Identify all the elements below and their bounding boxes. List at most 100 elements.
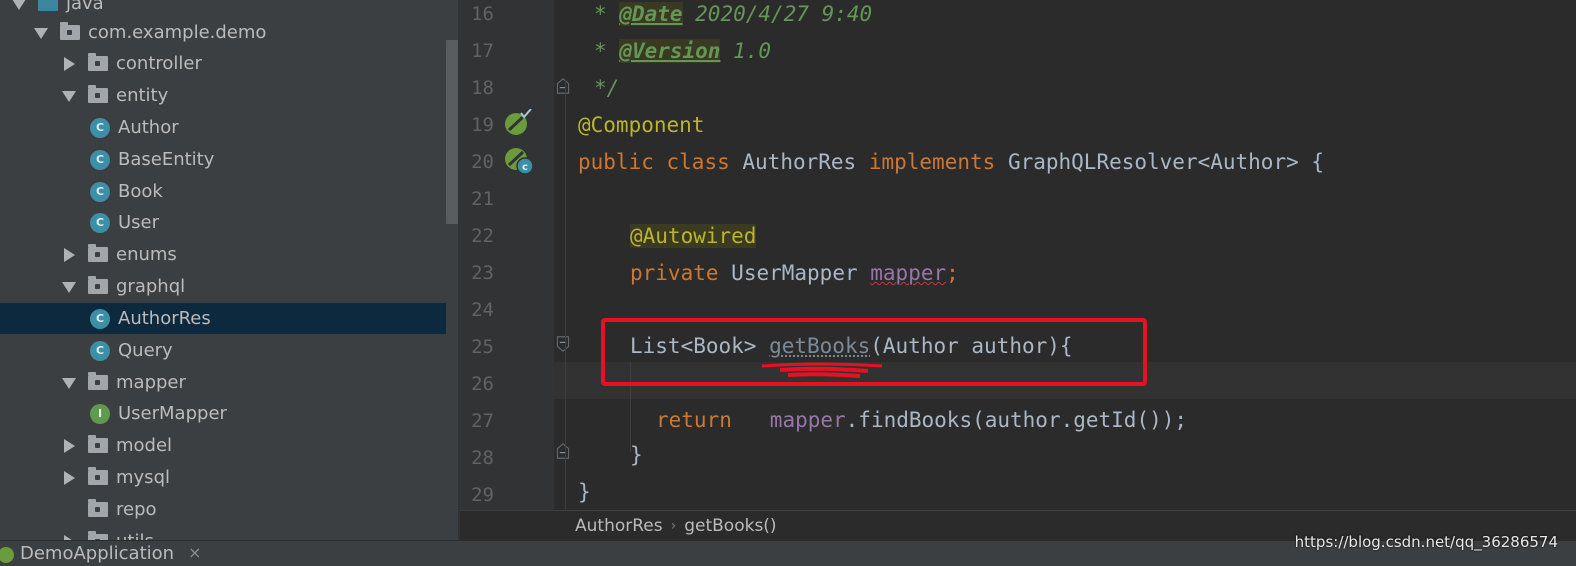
tree-item[interactable]: repo <box>0 494 446 525</box>
close-icon[interactable]: × <box>188 543 201 562</box>
chevron-right-icon[interactable] <box>62 503 76 517</box>
editor-gutter: 16 17 18 19 20 21 22 23 24 25 26 27 28 29 c <box>460 0 570 510</box>
tree-item[interactable]: model <box>0 430 446 461</box>
chevron-down-icon[interactable] <box>34 26 48 40</box>
implemented-interface: GraphQLResolver<Author> <box>1007 150 1299 174</box>
code-line-19[interactable]: @Component <box>578 107 704 144</box>
tree-item[interactable]: controller <box>0 48 446 79</box>
chevron-down-icon[interactable] <box>62 280 76 294</box>
line-number: 19 <box>471 114 494 136</box>
run-tab-label: DemoApplication <box>20 543 175 564</box>
package-folder-icon <box>88 372 108 390</box>
code-line-23[interactable]: private UserMapper mapper; <box>630 255 959 292</box>
keyword-public: public <box>578 150 654 174</box>
package-folder-icon <box>88 244 108 262</box>
code-line-27[interactable]: return mapper.findBooks(author.getId()); <box>656 402 1187 439</box>
close-brace: } <box>630 443 643 467</box>
project-tree-scrollbar[interactable] <box>446 40 458 224</box>
package-folder-icon <box>88 85 108 103</box>
package-folder-icon <box>60 22 80 40</box>
tree-item-label: graphql <box>116 276 186 297</box>
code-line-25[interactable]: List<Book> getBooks(Author author){ <box>630 328 1073 365</box>
tree-item[interactable]: C Query <box>0 335 446 366</box>
class-icon: C <box>90 212 110 233</box>
tree-item-label: mapper <box>116 372 186 393</box>
package-folder-icon <box>88 467 108 485</box>
chevron-down-icon[interactable] <box>62 376 76 390</box>
line-number: 18 <box>471 77 494 99</box>
tree-item[interactable]: utils <box>0 526 446 540</box>
code-editor[interactable]: * @Date 2020/4/27 9:40 * @Version 1.0 */… <box>554 0 1576 510</box>
spring-boot-icon <box>0 547 14 563</box>
source-folder-icon <box>38 0 58 11</box>
breadcrumb-separator: › <box>670 517 677 534</box>
class-icon: C <box>90 149 110 170</box>
run-tab-demo-application[interactable]: DemoApplication × <box>0 543 201 566</box>
spring-component-class-icon[interactable]: c <box>504 146 534 176</box>
component-annotation: @Component <box>578 113 705 137</box>
class-icon: C <box>90 308 110 329</box>
tree-item-label: enums <box>116 244 177 265</box>
breadcrumb-class[interactable]: AuthorRes <box>575 516 663 536</box>
project-tree[interactable]: java com.example.demo controller entity C Aut… <box>0 0 460 540</box>
tree-item-label: UserMapper <box>118 403 227 424</box>
tree-item[interactable]: I UserMapper <box>0 398 446 429</box>
chevron-down-icon[interactable] <box>12 0 26 11</box>
method-params: (Author author){ <box>870 334 1073 358</box>
mapper-field: mapper <box>870 261 947 285</box>
package-folder-icon <box>88 435 108 453</box>
tree-item-label: repo <box>116 499 157 520</box>
tree-item-label: model <box>116 435 173 456</box>
tree-item[interactable]: mapper <box>0 367 446 398</box>
chevron-right-icon[interactable] <box>62 438 76 453</box>
spring-bean-icon[interactable] <box>504 109 532 137</box>
code-line-18[interactable]: */ <box>594 70 619 107</box>
tree-item-label: com.example.demo <box>88 22 267 43</box>
comment-star: * <box>594 2 620 26</box>
tree-item[interactable]: graphql <box>0 271 446 302</box>
tree-item-label: controller <box>116 53 202 74</box>
semicolon: ; <box>946 261 959 285</box>
field-type: UserMapper <box>731 261 858 285</box>
javadoc-date-value: 2020/4/27 9:40 <box>682 2 873 26</box>
line-number: 27 <box>471 410 494 432</box>
chevron-down-icon[interactable] <box>62 89 76 103</box>
tree-item[interactable]: enums <box>0 239 446 270</box>
chevron-right-icon[interactable] <box>62 247 76 262</box>
watermark: https://blog.csdn.net/qq_36286574 <box>1294 533 1558 551</box>
class-icon: C <box>90 340 110 361</box>
chevron-right-icon[interactable] <box>62 56 76 71</box>
package-folder-icon <box>88 499 108 517</box>
tree-item[interactable]: entity <box>0 80 446 111</box>
tree-item[interactable]: C Book <box>0 176 446 207</box>
tree-item[interactable]: com.example.demo <box>0 17 446 48</box>
keyword-return: return <box>656 408 732 432</box>
tree-item[interactable]: C User <box>0 207 446 238</box>
tree-item-label: BaseEntity <box>118 149 215 170</box>
code-line-20[interactable]: public class AuthorRes implements GraphQ… <box>578 144 1324 181</box>
code-line-16[interactable]: * @Date 2020/4/27 9:40 <box>594 0 872 33</box>
keyword-private: private <box>630 261 719 285</box>
tree-item-label: utils <box>116 531 154 540</box>
method-name[interactable]: getBooks <box>769 334 870 358</box>
tree-item[interactable]: C AuthorRes <box>0 303 446 334</box>
code-line-28[interactable]: } <box>630 437 643 474</box>
javadoc-version-value: 1.0 <box>720 39 772 63</box>
code-line-17[interactable]: * @Version 1.0 <box>594 33 771 70</box>
tree-item[interactable]: C BaseEntity <box>0 144 446 175</box>
chevron-right-icon[interactable] <box>62 470 76 485</box>
code-line-29[interactable]: } <box>578 474 591 511</box>
code-line-22[interactable]: @Autowired <box>630 218 757 255</box>
line-number: 16 <box>471 3 494 25</box>
close-brace: } <box>578 480 591 504</box>
tree-item[interactable]: C Author <box>0 112 446 143</box>
breadcrumb-method[interactable]: getBooks() <box>684 516 776 536</box>
class-name: AuthorRes <box>742 150 857 174</box>
line-number: 23 <box>471 262 494 284</box>
tree-item-label: entity <box>116 85 169 106</box>
package-folder-icon <box>88 53 108 71</box>
tree-item[interactable]: mysql <box>0 462 446 493</box>
line-number: 22 <box>471 225 494 247</box>
return-type: List<Book> <box>630 334 757 358</box>
tree-item-label: java <box>66 0 104 14</box>
